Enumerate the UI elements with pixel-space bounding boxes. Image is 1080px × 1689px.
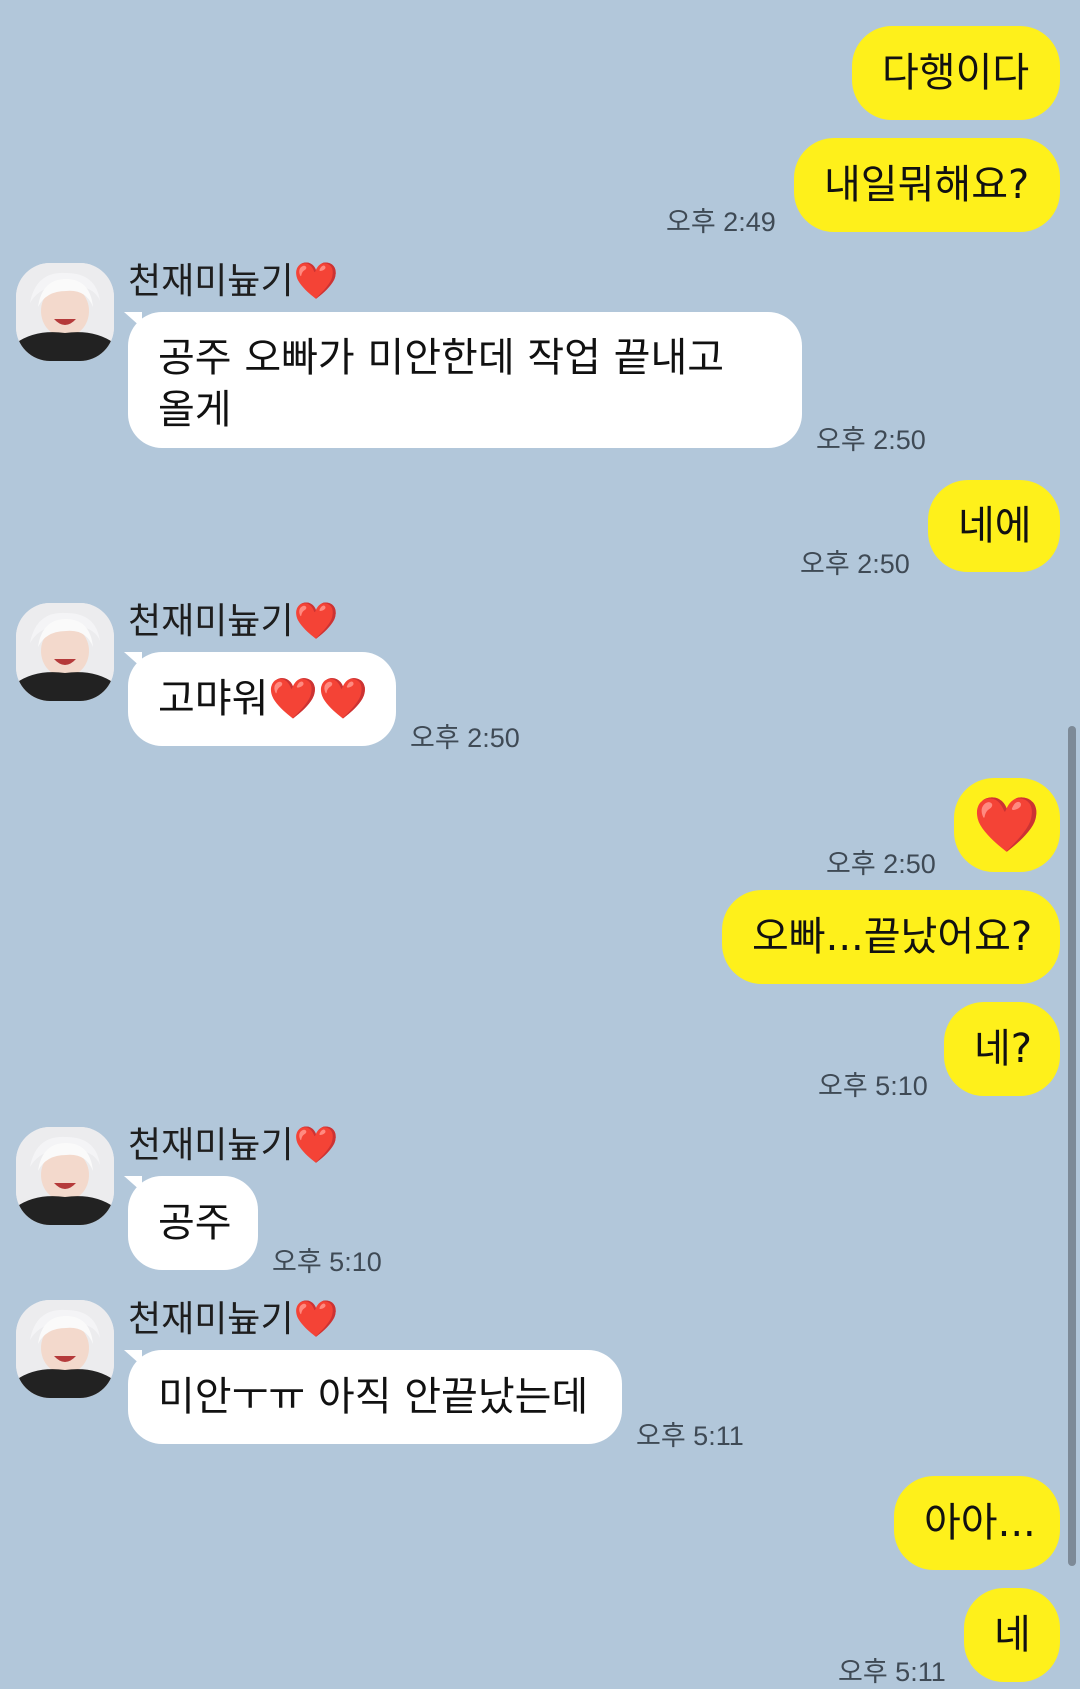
- message-time: 오후 5:10: [818, 1071, 928, 1101]
- message-bubble-mine[interactable]: 오빠...끝났어요?: [722, 890, 1060, 984]
- message-time: 오후 5:11: [636, 1421, 744, 1451]
- message-bubble-mine[interactable]: 네에: [928, 480, 1060, 572]
- message-time: 오후 2:50: [410, 723, 520, 753]
- avatar-icon: [16, 603, 114, 701]
- message-text: 공주 오빠가 미안한데 작업 끝내고 올게: [158, 335, 725, 433]
- message-time: 오후 2:50: [826, 849, 936, 879]
- message-time: 오후 2:50: [816, 425, 926, 455]
- message-bubble-theirs[interactable]: 미안ㅜㅠ 아직 안끝났는데: [128, 1350, 622, 1444]
- message-bubble-theirs[interactable]: 고먀워❤️❤️: [128, 652, 396, 746]
- avatar[interactable]: [16, 1300, 114, 1398]
- scrollbar[interactable]: [1068, 726, 1076, 1566]
- message-time: 오후 5:10: [272, 1247, 382, 1277]
- sender-name: 천재미늎기❤️: [128, 601, 339, 642]
- sender-name: 천재미늎기❤️: [128, 261, 339, 302]
- message-bubble-mine[interactable]: 아아...: [894, 1476, 1060, 1570]
- message-time: 오후 5:11: [838, 1657, 946, 1687]
- heart-emoji-icon: ❤️: [973, 793, 1041, 856]
- message-text: 아아...: [924, 1500, 1036, 1546]
- message-bubble-mine[interactable]: ❤️: [954, 778, 1060, 872]
- avatar-icon: [16, 1127, 114, 1225]
- message-text: 내일뭐해요?: [824, 162, 1030, 208]
- message-bubble-theirs[interactable]: 공주: [128, 1176, 258, 1270]
- avatar-icon: [16, 263, 114, 361]
- message-bubble-theirs[interactable]: 공주 오빠가 미안한데 작업 끝내고 올게: [128, 312, 802, 448]
- avatar[interactable]: [16, 263, 114, 361]
- message-text: 미안ㅜㅠ 아직 안끝났는데: [158, 1374, 589, 1420]
- avatar-icon: [16, 1300, 114, 1398]
- message-text: 오빠...끝났어요?: [752, 914, 1033, 960]
- message-text: 네: [994, 1612, 1031, 1658]
- message-time: 오후 2:49: [666, 207, 776, 237]
- message-bubble-mine[interactable]: 다행이다: [852, 26, 1060, 120]
- message-text: 네?: [974, 1026, 1033, 1072]
- sender-name: 천재미늎기❤️: [128, 1299, 339, 1340]
- message-bubble-mine[interactable]: 네?: [944, 1002, 1060, 1096]
- message-time: 오후 2:50: [800, 549, 910, 579]
- avatar[interactable]: [16, 1127, 114, 1225]
- message-text: 공주: [158, 1200, 232, 1246]
- message-bubble-mine[interactable]: 네: [964, 1588, 1060, 1682]
- sender-name: 천재미늎기❤️: [128, 1125, 339, 1166]
- avatar[interactable]: [16, 603, 114, 701]
- message-bubble-mine[interactable]: 내일뭐해요?: [794, 138, 1060, 232]
- message-text: 다행이다: [882, 50, 1030, 96]
- message-text: 네에: [958, 503, 1032, 549]
- message-text: 고먀워❤️❤️: [158, 676, 369, 722]
